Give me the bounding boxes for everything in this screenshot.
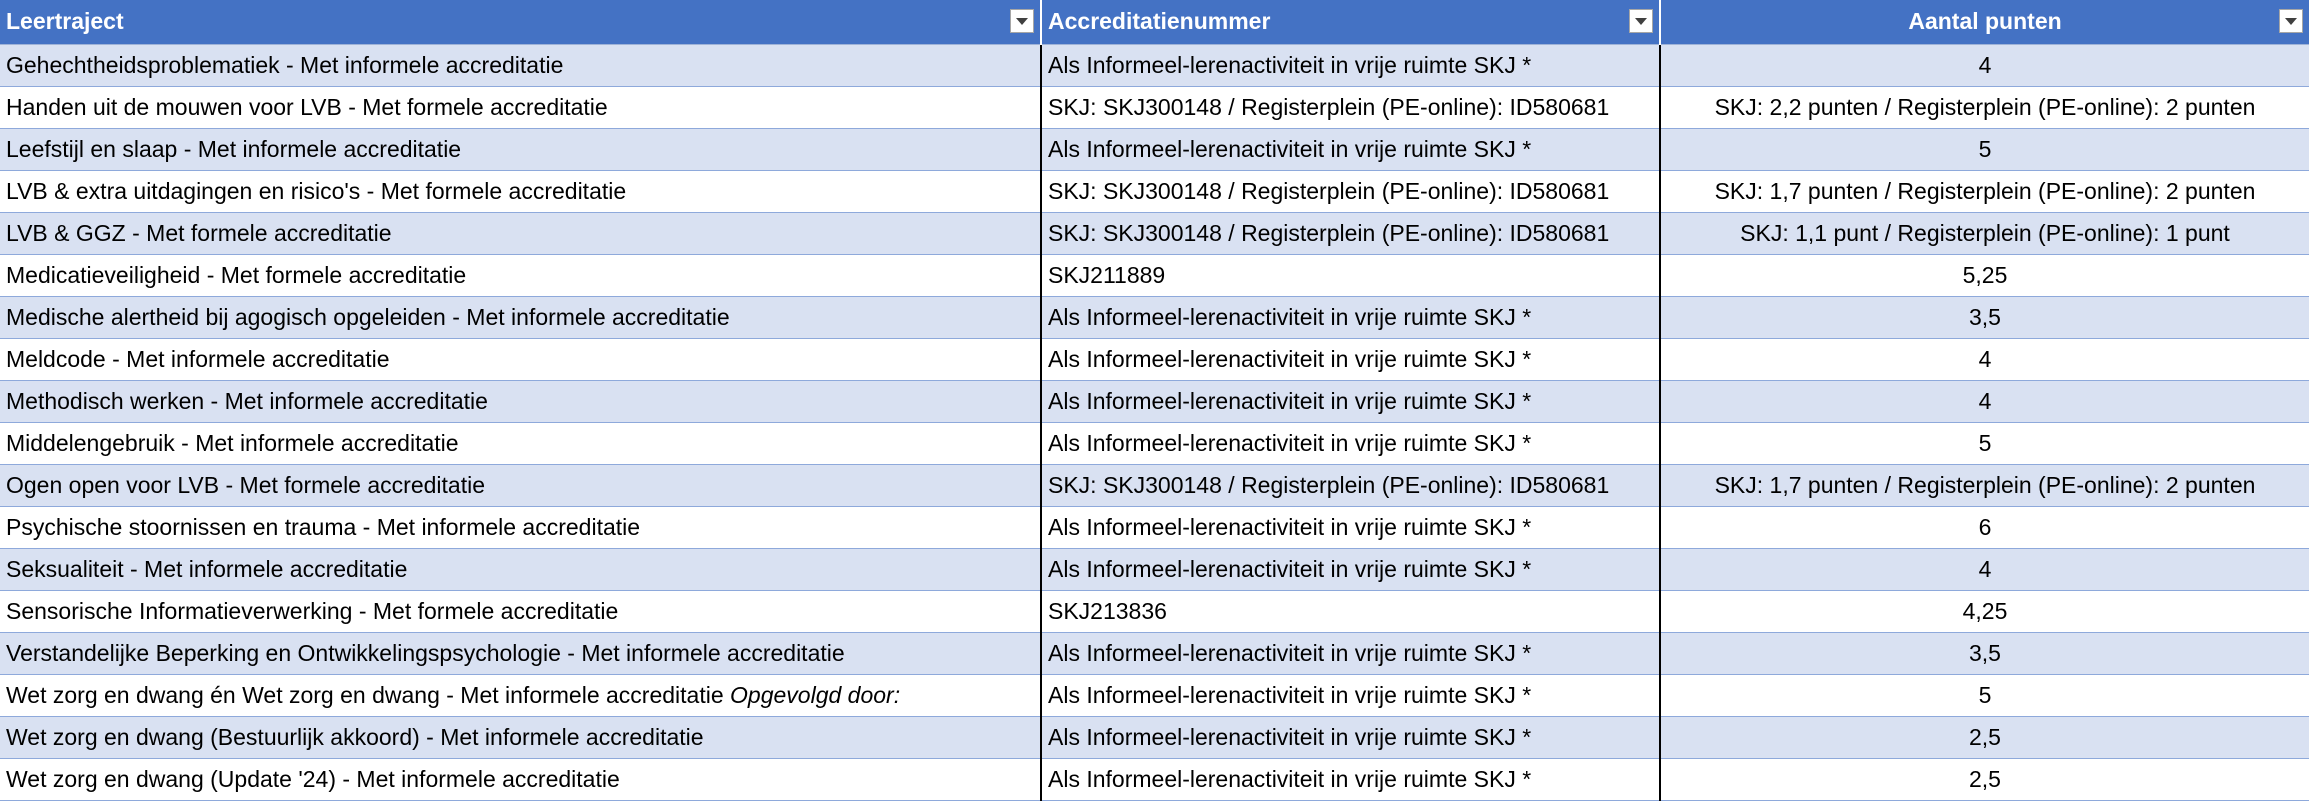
- column-header-label: Aantal punten: [1908, 8, 2062, 35]
- cell-leertraject[interactable]: Verstandelijke Beperking en Ontwikkeling…: [0, 632, 1042, 675]
- cell-leertraject-text: Wet zorg en dwang én Wet zorg en dwang -…: [6, 681, 724, 708]
- cell-accreditatienummer[interactable]: Als Informeel-lerenactiviteit in vrije r…: [1041, 338, 1661, 381]
- cell-aantal-punten[interactable]: 2,5: [1660, 716, 2309, 759]
- cell-aantal-punten[interactable]: 4: [1660, 338, 2309, 381]
- cell-aantal-punten[interactable]: SKJ: 1,1 punt / Registerplein (PE-online…: [1660, 212, 2309, 255]
- table-row: Leefstijl en slaap - Met informele accre…: [0, 128, 2309, 171]
- cell-leertraject-suffix: Opgevolgd door:: [730, 681, 901, 708]
- table-row: Medicatieveiligheid - Met formele accred…: [0, 254, 2309, 297]
- cell-leertraject[interactable]: Wet zorg en dwang (Update '24) - Met inf…: [0, 758, 1042, 801]
- cell-accreditatienummer[interactable]: Als Informeel-lerenactiviteit in vrije r…: [1041, 296, 1661, 339]
- cell-leertraject[interactable]: Methodisch werken - Met informele accred…: [0, 380, 1042, 423]
- cell-accreditatienummer[interactable]: SKJ: SKJ300148 / Registerplein (PE-onlin…: [1041, 86, 1661, 129]
- cell-aantal-punten[interactable]: 5: [1660, 128, 2309, 171]
- cell-aantal-punten[interactable]: SKJ: 1,7 punten / Registerplein (PE-onli…: [1660, 170, 2309, 213]
- cell-leertraject[interactable]: Handen uit de mouwen voor LVB - Met form…: [0, 86, 1042, 129]
- table-row: Methodisch werken - Met informele accred…: [0, 380, 2309, 423]
- cell-leertraject[interactable]: Wet zorg en dwang (Bestuurlijk akkoord) …: [0, 716, 1042, 759]
- cell-leertraject[interactable]: Middelengebruik - Met informele accredit…: [0, 422, 1042, 465]
- cell-leertraject[interactable]: Sensorische Informatieverwerking - Met f…: [0, 590, 1042, 633]
- table-row: Wet zorg en dwang én Wet zorg en dwang -…: [0, 674, 2309, 717]
- table-row: LVB & extra uitdagingen en risico's - Me…: [0, 170, 2309, 213]
- cell-leertraject[interactable]: Medicatieveiligheid - Met formele accred…: [0, 254, 1042, 297]
- cell-accreditatienummer[interactable]: SKJ: SKJ300148 / Registerplein (PE-onlin…: [1041, 170, 1661, 213]
- table-row: Gehechtheidsproblematiek - Met informele…: [0, 44, 2309, 87]
- cell-aantal-punten[interactable]: 5,25: [1660, 254, 2309, 297]
- cell-leertraject[interactable]: Gehechtheidsproblematiek - Met informele…: [0, 44, 1042, 87]
- cell-leertraject[interactable]: Ogen open voor LVB - Met formele accredi…: [0, 464, 1042, 507]
- table-row: Sensorische Informatieverwerking - Met f…: [0, 590, 2309, 633]
- column-header-leertraject[interactable]: Leertraject: [0, 0, 1042, 45]
- cell-leertraject[interactable]: Leefstijl en slaap - Met informele accre…: [0, 128, 1042, 171]
- cell-aantal-punten[interactable]: 5: [1660, 422, 2309, 465]
- cell-accreditatienummer[interactable]: Als Informeel-lerenactiviteit in vrije r…: [1041, 44, 1661, 87]
- table-row: Wet zorg en dwang (Update '24) - Met inf…: [0, 758, 2309, 801]
- cell-leertraject[interactable]: Seksualiteit - Met informele accreditati…: [0, 548, 1042, 591]
- cell-aantal-punten[interactable]: 6: [1660, 506, 2309, 549]
- cell-accreditatienummer[interactable]: Als Informeel-lerenactiviteit in vrije r…: [1041, 422, 1661, 465]
- table-row: Handen uit de mouwen voor LVB - Met form…: [0, 86, 2309, 129]
- table-row: Meldcode - Met informele accreditatie Al…: [0, 338, 2309, 381]
- cell-leertraject[interactable]: Wet zorg en dwang én Wet zorg en dwang -…: [0, 674, 1042, 717]
- cell-accreditatienummer[interactable]: SKJ213836: [1041, 590, 1661, 633]
- table-row: Wet zorg en dwang (Bestuurlijk akkoord) …: [0, 716, 2309, 759]
- cell-accreditatienummer[interactable]: SKJ: SKJ300148 / Registerplein (PE-onlin…: [1041, 464, 1661, 507]
- cell-aantal-punten[interactable]: 3,5: [1660, 296, 2309, 339]
- table-row: Psychische stoornissen en trauma - Met i…: [0, 506, 2309, 549]
- filter-dropdown-icon[interactable]: [1010, 9, 1034, 33]
- cell-aantal-punten[interactable]: 4: [1660, 380, 2309, 423]
- cell-leertraject[interactable]: Meldcode - Met informele accreditatie: [0, 338, 1042, 381]
- table-row: Middelengebruik - Met informele accredit…: [0, 422, 2309, 465]
- column-header-aantal-punten[interactable]: Aantal punten: [1660, 0, 2309, 45]
- cell-aantal-punten[interactable]: 5: [1660, 674, 2309, 717]
- table-row: Verstandelijke Beperking en Ontwikkeling…: [0, 632, 2309, 675]
- spreadsheet-table: Leertraject Accreditatienummer Aantal pu…: [0, 0, 2309, 801]
- cell-leertraject[interactable]: Psychische stoornissen en trauma - Met i…: [0, 506, 1042, 549]
- cell-leertraject[interactable]: LVB & GGZ - Met formele accreditatie: [0, 212, 1042, 255]
- cell-accreditatienummer[interactable]: SKJ: SKJ300148 / Registerplein (PE-onlin…: [1041, 212, 1661, 255]
- cell-accreditatienummer[interactable]: Als Informeel-lerenactiviteit in vrije r…: [1041, 380, 1661, 423]
- header-row: Leertraject Accreditatienummer Aantal pu…: [0, 0, 2309, 45]
- cell-aantal-punten[interactable]: SKJ: 1,7 punten / Registerplein (PE-onli…: [1660, 464, 2309, 507]
- column-header-accreditatienummer[interactable]: Accreditatienummer: [1041, 0, 1661, 45]
- cell-accreditatienummer[interactable]: Als Informeel-lerenactiviteit in vrije r…: [1041, 758, 1661, 801]
- cell-accreditatienummer[interactable]: Als Informeel-lerenactiviteit in vrije r…: [1041, 506, 1661, 549]
- filter-dropdown-icon[interactable]: [2279, 9, 2303, 33]
- column-header-label: Leertraject: [6, 8, 124, 35]
- cell-leertraject[interactable]: Medische alertheid bij agogisch opgeleid…: [0, 296, 1042, 339]
- cell-aantal-punten[interactable]: 4,25: [1660, 590, 2309, 633]
- filter-dropdown-icon[interactable]: [1629, 9, 1653, 33]
- table-row: Ogen open voor LVB - Met formele accredi…: [0, 464, 2309, 507]
- cell-accreditatienummer[interactable]: Als Informeel-lerenactiviteit in vrije r…: [1041, 632, 1661, 675]
- cell-aantal-punten[interactable]: 2,5: [1660, 758, 2309, 801]
- cell-aantal-punten[interactable]: SKJ: 2,2 punten / Registerplein (PE-onli…: [1660, 86, 2309, 129]
- table-row: Seksualiteit - Met informele accreditati…: [0, 548, 2309, 591]
- cell-aantal-punten[interactable]: 4: [1660, 548, 2309, 591]
- table-row: Medische alertheid bij agogisch opgeleid…: [0, 296, 2309, 339]
- cell-accreditatienummer[interactable]: Als Informeel-lerenactiviteit in vrije r…: [1041, 716, 1661, 759]
- cell-accreditatienummer[interactable]: SKJ211889: [1041, 254, 1661, 297]
- cell-accreditatienummer[interactable]: Als Informeel-lerenactiviteit in vrije r…: [1041, 548, 1661, 591]
- cell-aantal-punten[interactable]: 3,5: [1660, 632, 2309, 675]
- table-row: LVB & GGZ - Met formele accreditatie SKJ…: [0, 212, 2309, 255]
- cell-accreditatienummer[interactable]: Als Informeel-lerenactiviteit in vrije r…: [1041, 128, 1661, 171]
- column-header-label: Accreditatienummer: [1048, 8, 1271, 35]
- cell-leertraject[interactable]: LVB & extra uitdagingen en risico's - Me…: [0, 170, 1042, 213]
- cell-aantal-punten[interactable]: 4: [1660, 44, 2309, 87]
- cell-accreditatienummer[interactable]: Als Informeel-lerenactiviteit in vrije r…: [1041, 674, 1661, 717]
